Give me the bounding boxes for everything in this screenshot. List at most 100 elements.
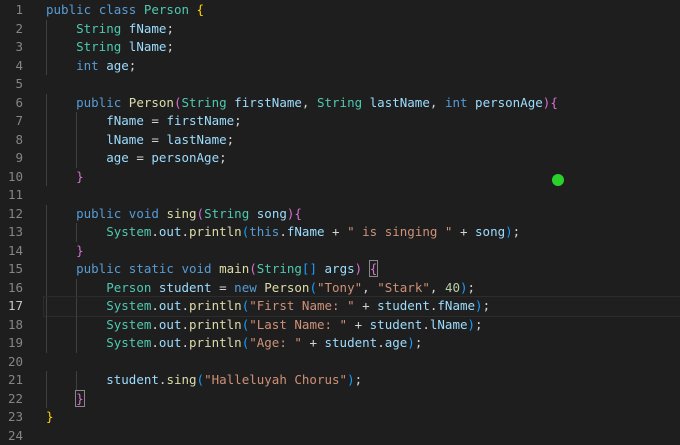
code-line-content[interactable] <box>44 427 680 445</box>
code-line[interactable]: 16 Person student = new Person("Tony", "… <box>0 279 680 298</box>
code-line-content[interactable]: } <box>44 390 680 409</box>
code-token: ; <box>513 224 521 239</box>
code-line[interactable]: 19 System.out.println("Age: " + student.… <box>0 334 680 353</box>
code-token: ) <box>407 335 415 350</box>
code-line-content[interactable]: Person student = new Person("Tony", "Sta… <box>44 279 680 298</box>
code-text: fName = firstName; <box>46 112 242 131</box>
code-line[interactable]: 13 System.out.println(this.fName + " is … <box>0 223 680 242</box>
code-line-content[interactable]: public static void main(String[] args) { <box>44 260 680 279</box>
line-number: 17 <box>0 297 23 316</box>
code-token <box>317 261 325 276</box>
code-line-content[interactable]: public Person(String firstName, String l… <box>44 94 680 113</box>
code-line[interactable]: 18 System.out.println("Last Name: " + st… <box>0 316 680 335</box>
code-line[interactable]: 14 } <box>0 242 680 261</box>
code-token: song <box>257 206 287 221</box>
code-token: ; <box>166 21 174 36</box>
code-line-content[interactable]: public class Person { <box>44 1 680 20</box>
code-line-content[interactable]: public void sing(String song){ <box>44 205 680 224</box>
code-line-content[interactable]: String lName; <box>44 38 680 57</box>
code-line-content[interactable]: System.out.println(this.fName + " is sin… <box>44 223 680 242</box>
line-number: 5 <box>0 75 23 94</box>
code-line-content[interactable]: String fName; <box>44 20 680 39</box>
code-token: . <box>181 298 189 313</box>
code-token: Person <box>129 95 174 110</box>
code-line[interactable]: 10 } <box>0 168 680 187</box>
code-line-content[interactable]: age = personAge; <box>44 149 680 168</box>
code-text: String lName; <box>46 38 174 57</box>
line-number: 15 <box>0 260 23 279</box>
code-line-content[interactable] <box>44 353 680 372</box>
code-line[interactable]: 21 student.sing("Halleluyah Chorus"); <box>0 371 680 390</box>
code-token: String <box>76 39 129 54</box>
code-line[interactable]: 5 <box>0 75 680 94</box>
line-number: 24 <box>0 427 23 445</box>
code-token <box>46 206 76 221</box>
code-token: "Stark" <box>377 280 430 295</box>
code-token <box>46 132 106 147</box>
code-line-content[interactable]: student.sing("Halleluyah Chorus"); <box>44 371 680 390</box>
code-token: fName <box>287 224 325 239</box>
code-token: firstName <box>166 113 234 128</box>
code-line-content[interactable]: System.out.println("Age: " + student.age… <box>44 334 680 353</box>
code-token: fName <box>437 298 475 313</box>
code-token: age <box>385 335 408 350</box>
code-token: ; <box>468 280 476 295</box>
code-text: public class Person { <box>46 1 204 20</box>
code-token: lastName <box>166 132 226 147</box>
code-line-content[interactable]: } <box>44 168 680 187</box>
code-token <box>46 39 76 54</box>
code-line[interactable]: 7 fName = firstName; <box>0 112 680 131</box>
code-token: "First Name: " <box>249 298 354 313</box>
code-line[interactable]: 20 <box>0 353 680 372</box>
code-token: lastName <box>370 95 430 110</box>
code-token: 40 <box>445 280 460 295</box>
code-token: { <box>550 95 558 110</box>
code-token: out <box>159 224 182 239</box>
code-line-content[interactable] <box>44 186 680 205</box>
code-line-content[interactable]: } <box>44 408 680 427</box>
code-token: . <box>151 298 159 313</box>
code-token: lName <box>106 132 144 147</box>
code-line-content[interactable]: fName = firstName; <box>44 112 680 131</box>
code-line[interactable]: 22 } <box>0 390 680 409</box>
code-line[interactable]: 15 public static void main(String[] args… <box>0 260 680 279</box>
code-token <box>46 391 76 406</box>
line-number: 1 <box>0 1 23 20</box>
code-line[interactable]: 17 System.out.println("First Name: " + s… <box>0 297 680 316</box>
code-line[interactable]: 8 lName = lastName; <box>0 131 680 150</box>
code-token: ; <box>166 39 174 54</box>
code-line-content[interactable]: lName = lastName; <box>44 131 680 150</box>
code-text: } <box>46 390 84 409</box>
code-line[interactable]: 2 String fName; <box>0 20 680 39</box>
code-line-content[interactable] <box>44 75 680 94</box>
code-token: Person <box>264 280 309 295</box>
code-token: student <box>370 317 423 332</box>
code-line[interactable]: 3 String lName; <box>0 38 680 57</box>
code-token: student <box>325 335 378 350</box>
code-line[interactable]: 12 public void sing(String song){ <box>0 205 680 224</box>
line-number: 8 <box>0 131 23 150</box>
code-token: String <box>317 95 370 110</box>
line-number: 19 <box>0 334 23 353</box>
code-editor[interactable]: 1 public class Person {2 String fName;3 S… <box>0 0 680 435</box>
code-line[interactable]: 23} <box>0 408 680 427</box>
code-line[interactable]: 9 age = personAge; <box>0 149 680 168</box>
code-line[interactable]: 6 public Person(String firstName, String… <box>0 94 680 113</box>
code-line-content[interactable]: System.out.println("Last Name: " + stude… <box>44 316 680 335</box>
code-token <box>46 113 106 128</box>
code-line[interactable]: 24 <box>0 427 680 445</box>
code-token: int <box>445 95 475 110</box>
code-token: this <box>249 224 279 239</box>
code-token <box>46 169 76 184</box>
code-token: ( <box>197 372 205 387</box>
code-text: public static void main(String[] args) { <box>46 260 377 279</box>
code-line-content[interactable]: } <box>44 242 680 261</box>
code-line[interactable]: 1 public class Person { <box>0 1 680 20</box>
code-token: "Tony" <box>317 280 362 295</box>
code-line[interactable]: 11 <box>0 186 680 205</box>
code-line[interactable]: 4 int age; <box>0 57 680 76</box>
code-line-content[interactable]: System.out.println("First Name: " + stud… <box>44 297 680 316</box>
code-line-content[interactable]: int age; <box>44 57 680 76</box>
code-token: System <box>106 224 151 239</box>
code-token: public <box>76 95 129 110</box>
